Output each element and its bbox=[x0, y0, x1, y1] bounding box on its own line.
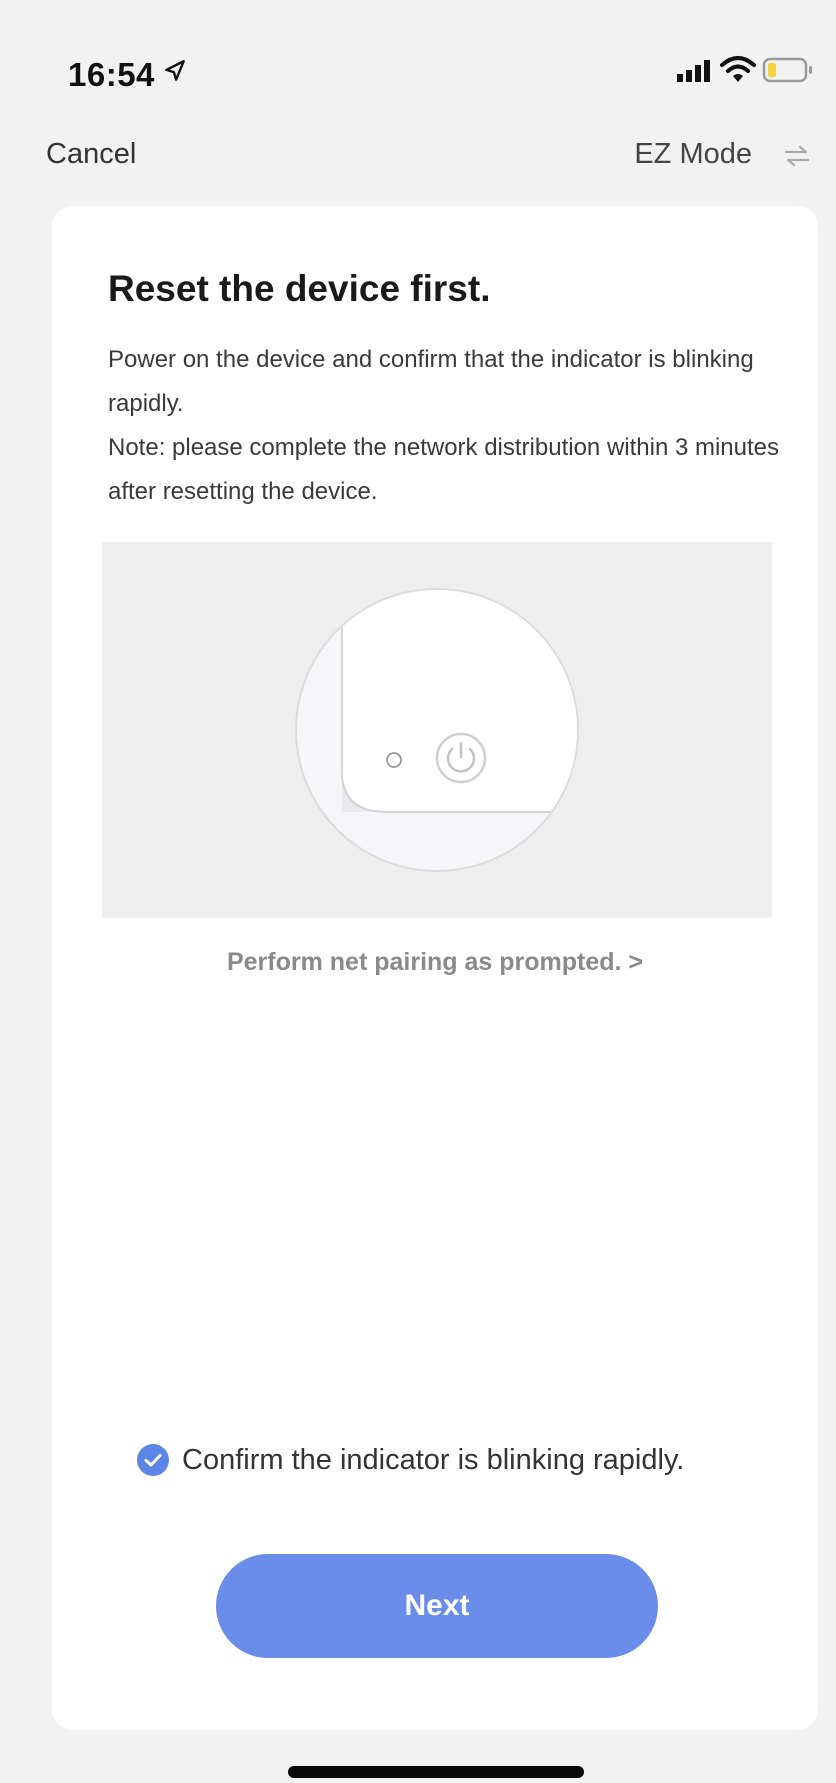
device-illustration bbox=[102, 542, 772, 918]
next-button[interactable]: Next bbox=[216, 1554, 658, 1658]
confirm-checkbox-row[interactable]: Confirm the indicator is blinking rapidl… bbox=[136, 1440, 684, 1480]
page-title: Reset the device first. bbox=[108, 268, 491, 309]
device-power-button-icon bbox=[295, 588, 579, 872]
status-time: 16:54 bbox=[68, 56, 155, 93]
home-indicator bbox=[288, 1766, 584, 1778]
ez-mode-button[interactable]: EZ Mode bbox=[634, 138, 786, 171]
instruction-line: Power on the device and confirm that the… bbox=[108, 346, 754, 417]
status-bar: 16:54 bbox=[0, 0, 836, 130]
instruction-text: Power on the device and confirm that the… bbox=[108, 338, 788, 514]
wifi-icon bbox=[720, 56, 756, 82]
checkmark-circle-icon[interactable] bbox=[136, 1443, 170, 1477]
ez-mode-label: EZ Mode bbox=[634, 138, 752, 170]
cancel-button[interactable]: Cancel bbox=[46, 138, 136, 171]
net-pairing-link[interactable]: Perform net pairing as prompted. > bbox=[52, 948, 818, 977]
location-arrow-icon bbox=[165, 60, 185, 81]
battery-icon bbox=[762, 57, 812, 83]
instruction-card: Reset the device first. Power on the dev… bbox=[52, 206, 818, 1730]
swap-arrows-icon[interactable] bbox=[784, 144, 810, 168]
signal-icon bbox=[677, 60, 710, 82]
note-line: Note: please complete the network distri… bbox=[108, 434, 780, 505]
confirm-label: Confirm the indicator is blinking rapidl… bbox=[182, 1443, 685, 1476]
